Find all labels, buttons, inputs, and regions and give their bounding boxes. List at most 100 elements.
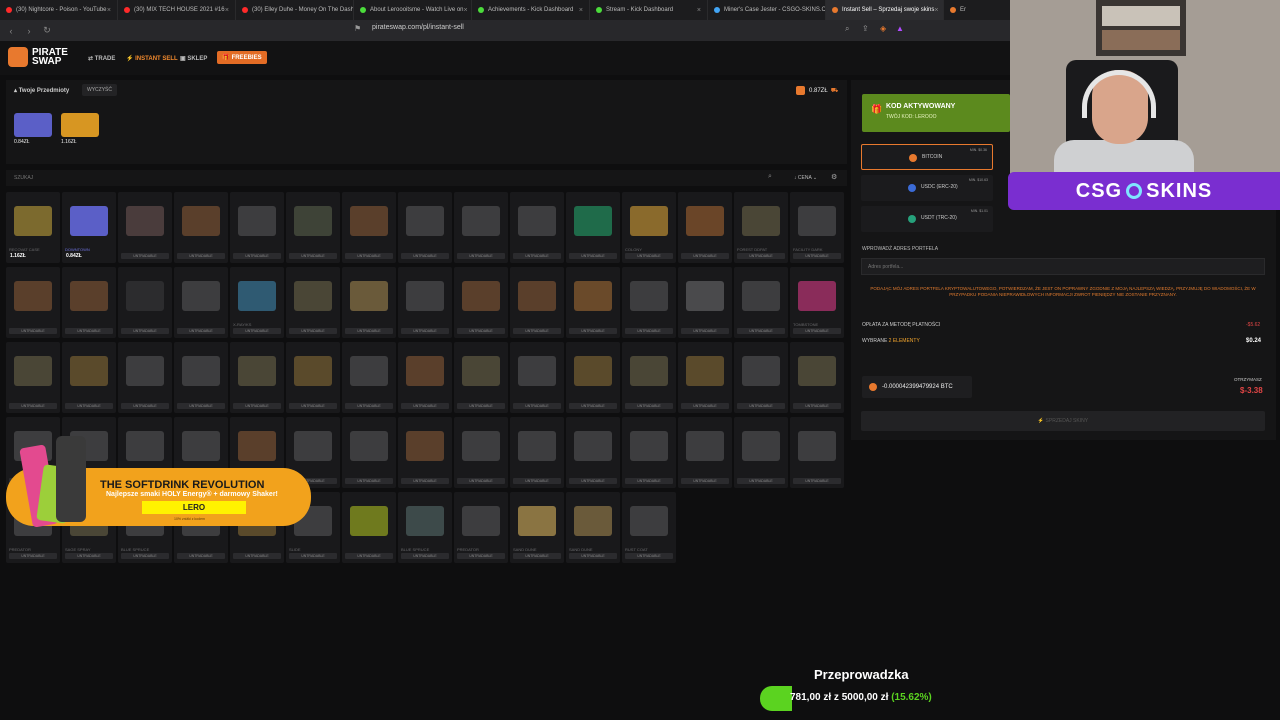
- browser-tab[interactable]: (30) Elley Duhe - Money On The Dash×: [236, 0, 354, 20]
- item-card[interactable]: UNTRADABLE: [6, 267, 60, 338]
- rewards-icon[interactable]: ▲: [896, 24, 904, 33]
- item-card[interactable]: FACILITY DARK UNTRADABLE: [790, 192, 844, 263]
- item-card[interactable]: UNTRADABLE: [398, 192, 452, 263]
- item-card[interactable]: X-RAY/KS UNTRADABLE: [230, 267, 284, 338]
- share-icon[interactable]: ⇪: [862, 24, 869, 33]
- close-tab-icon[interactable]: ×: [107, 7, 111, 14]
- clear-button[interactable]: WYCZYŚĆ: [82, 84, 117, 96]
- item-card[interactable]: UNTRADABLE: [510, 342, 564, 413]
- item-card[interactable]: UNTRADABLE: [286, 267, 340, 338]
- item-card[interactable]: UNTRADABLE: [790, 417, 844, 488]
- item-card[interactable]: UNTRADABLE: [622, 417, 676, 488]
- close-tab-icon[interactable]: ×: [697, 7, 701, 14]
- item-card[interactable]: COLONY UNTRADABLE: [622, 192, 676, 263]
- item-card[interactable]: UNTRADABLE: [118, 192, 172, 263]
- item-card[interactable]: PREDATOR UNTRADABLE: [454, 492, 508, 563]
- item-card[interactable]: UNTRADABLE: [398, 417, 452, 488]
- item-card[interactable]: UNTRADABLE: [342, 267, 396, 338]
- close-tab-icon[interactable]: ×: [934, 7, 938, 14]
- item-card[interactable]: UNTRADABLE: [566, 342, 620, 413]
- item-card[interactable]: UNTRADABLE: [230, 342, 284, 413]
- item-card[interactable]: UNTRADABLE: [678, 267, 732, 338]
- item-card[interactable]: UNTRADABLE: [398, 267, 452, 338]
- item-card[interactable]: UNTRADABLE: [286, 342, 340, 413]
- forward-icon[interactable]: ›: [22, 26, 36, 36]
- nav-shop[interactable]: ▣ SKLEP: [180, 55, 207, 62]
- item-card[interactable]: UNTRADABLE: [510, 192, 564, 263]
- settings-icon[interactable]: ⚙: [831, 173, 837, 181]
- nav-trade[interactable]: ⇄ TRADE: [88, 55, 115, 62]
- item-card[interactable]: UNTRADABLE: [174, 267, 228, 338]
- item-card[interactable]: UNTRADABLE: [118, 267, 172, 338]
- item-card[interactable]: UNTRADABLE: [622, 267, 676, 338]
- brave-shield-icon[interactable]: ◈: [880, 24, 886, 33]
- item-card[interactable]: UNTRADABLE: [734, 342, 788, 413]
- item-card[interactable]: BLUE SPRUCE UNTRADABLE: [398, 492, 452, 563]
- item-card[interactable]: UNTRADABLE: [566, 417, 620, 488]
- payment-method[interactable]: USDT (TRC-20) MIN. $1.01: [861, 206, 993, 232]
- item-card[interactable]: UNTRADABLE: [510, 267, 564, 338]
- search-icon[interactable]: ⌕: [768, 173, 772, 181]
- payment-method[interactable]: USDC (ERC-20) MIN. $10.63: [861, 175, 993, 201]
- browser-tab[interactable]: Achievements - Kick Dashboard ×: [472, 0, 590, 20]
- item-card[interactable]: UNTRADABLE: [6, 342, 60, 413]
- search-icon[interactable]: ⌕: [845, 24, 849, 34]
- close-tab-icon[interactable]: ×: [579, 7, 583, 14]
- item-card[interactable]: UNTRADABLE: [342, 192, 396, 263]
- item-card[interactable]: UNTRADABLE: [174, 342, 228, 413]
- sort-dropdown[interactable]: ↓ CENA ⌄: [794, 175, 817, 181]
- pirateswap-logo[interactable]: PIRATE SWAP: [8, 47, 72, 67]
- item-card[interactable]: FOREST DDPAT UNTRADABLE: [734, 192, 788, 263]
- browser-tab[interactable]: Miner's Case Jester - CSGO-SKINS.C×: [708, 0, 826, 20]
- item-card[interactable]: UNTRADABLE: [342, 417, 396, 488]
- close-tab-icon[interactable]: ×: [464, 7, 468, 14]
- item-card[interactable]: UNTRADABLE: [230, 192, 284, 263]
- item-card[interactable]: UNTRADABLE: [454, 192, 508, 263]
- item-card[interactable]: UNTRADABLE: [454, 417, 508, 488]
- item-card[interactable]: UNTRADABLE: [286, 192, 340, 263]
- item-card[interactable]: UNTRADABLE: [622, 342, 676, 413]
- item-card[interactable]: SAND DUNE UNTRADABLE: [566, 492, 620, 563]
- browser-tab[interactable]: Instant Sell – Sprzedaj swoje skins ×: [826, 0, 944, 20]
- item-card[interactable]: UNTRADABLE: [734, 267, 788, 338]
- browser-tab[interactable]: About Leroooitsme - Watch Live on ×: [354, 0, 472, 20]
- item-card[interactable]: UNTRADABLE: [510, 417, 564, 488]
- item-card[interactable]: UNTRADABLE: [566, 192, 620, 263]
- item-card[interactable]: UNTRADABLE: [62, 267, 116, 338]
- item-card[interactable]: UNTRADABLE: [678, 342, 732, 413]
- item-card[interactable]: RECOVAT CASE 1.16ZŁ: [6, 192, 60, 263]
- selected-item[interactable]: 1.16ZŁ: [61, 113, 99, 145]
- item-card[interactable]: UNTRADABLE: [118, 342, 172, 413]
- item-card[interactable]: UNTRADABLE: [734, 417, 788, 488]
- back-icon[interactable]: ‹: [4, 26, 18, 36]
- nav-instant-sell[interactable]: ⚡ INSTANT SELL: [126, 55, 178, 62]
- search-input[interactable]: [14, 173, 774, 183]
- browser-tab[interactable]: (30) Nightcore - Poison - YouTube ×: [0, 0, 118, 20]
- wallet-address-input[interactable]: [861, 258, 1265, 275]
- item-card[interactable]: DOWNTOWN 0.84ZŁ: [62, 192, 116, 263]
- item-card[interactable]: SAND DUNE UNTRADABLE: [510, 492, 564, 563]
- browser-tab[interactable]: Stream - Kick Dashboard ×: [590, 0, 708, 20]
- item-card[interactable]: UNTRADABLE: [566, 267, 620, 338]
- item-card[interactable]: UNTRADABLE: [342, 492, 396, 563]
- selected-item[interactable]: 0.84ZŁ: [14, 113, 52, 145]
- item-card[interactable]: UNTRADABLE: [454, 342, 508, 413]
- sell-button[interactable]: ⚡ SPRZEDAJ SKINY: [861, 411, 1265, 431]
- close-tab-icon[interactable]: ×: [225, 7, 229, 14]
- reload-icon[interactable]: ↻: [40, 25, 54, 36]
- item-card[interactable]: RUST COAT UNTRADABLE: [622, 492, 676, 563]
- payment-method[interactable]: BITCOIN MIN. $0.36: [861, 144, 993, 170]
- item-card[interactable]: UNTRADABLE: [678, 417, 732, 488]
- cart-icon[interactable]: ⛟: [831, 87, 839, 95]
- bookmark-icon[interactable]: ⚑: [354, 24, 361, 33]
- item-card[interactable]: UNTRADABLE: [174, 192, 228, 263]
- item-card[interactable]: UNTRADABLE: [398, 342, 452, 413]
- address-field[interactable]: pirateswap.com/pl/instant-sell: [372, 24, 464, 31]
- item-card[interactable]: UNTRADABLE: [790, 342, 844, 413]
- item-card[interactable]: UNTRADABLE: [454, 267, 508, 338]
- item-card[interactable]: UNTRADABLE: [342, 342, 396, 413]
- item-card[interactable]: UNTRADABLE: [678, 192, 732, 263]
- item-card[interactable]: UNTRADABLE: [62, 342, 116, 413]
- browser-tab[interactable]: (30) MIX TECH HOUSE 2021 #16 ×: [118, 0, 236, 20]
- item-card[interactable]: TOMBSTONE UNTRADABLE: [790, 267, 844, 338]
